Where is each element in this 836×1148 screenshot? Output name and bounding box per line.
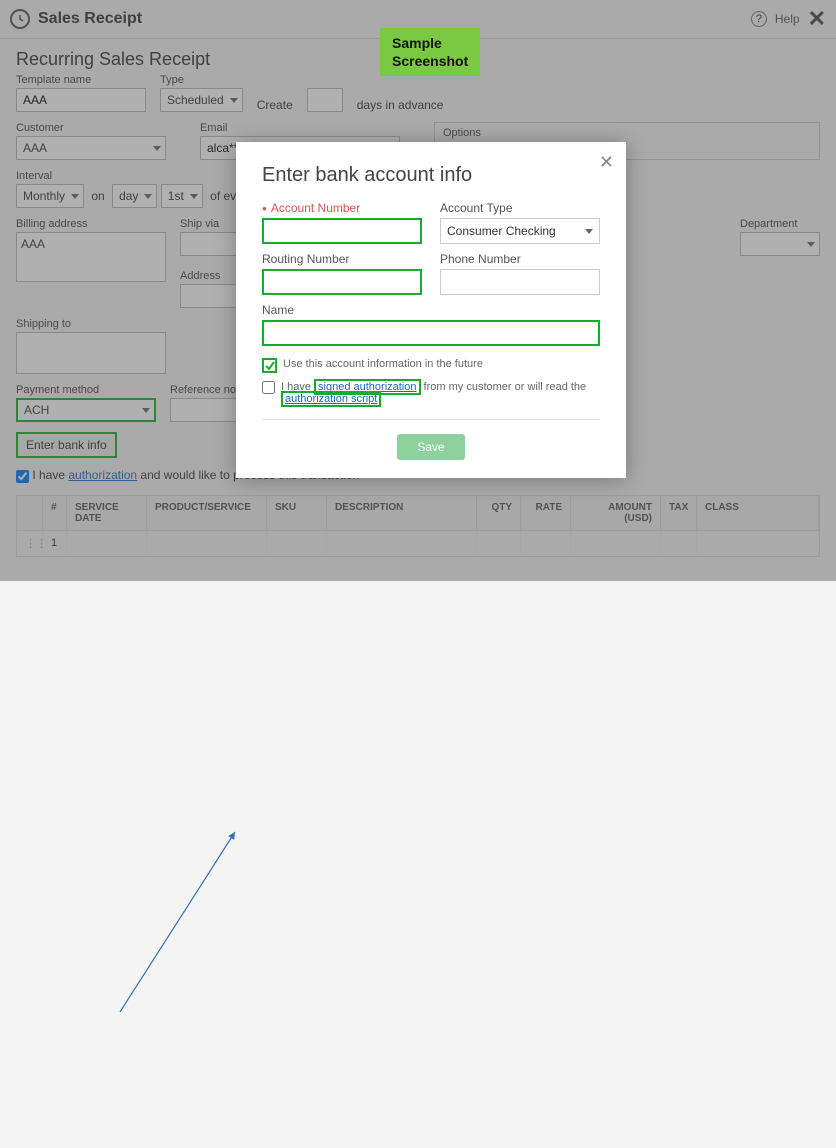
auth-text-mid: from my customer or will read the [421,381,587,393]
phone-number-label: Phone Number [440,252,600,266]
routing-number-input[interactable] [262,269,422,295]
phone-number-input[interactable] [440,269,600,295]
account-number-input[interactable] [262,218,422,244]
signed-authorization-checkbox[interactable]: I have signed authorization from my cust… [262,381,600,405]
account-type-select[interactable]: Consumer Checking [440,218,600,244]
modal-title: Enter bank account info [262,164,600,187]
modal-close-icon[interactable]: ✕ [599,152,614,173]
annotation-arrow [0,567,836,1148]
bank-info-modal: ✕ Enter bank account info Account Number… [236,142,626,478]
chevron-down-icon [585,229,593,234]
account-type-label: Account Type [440,201,600,215]
name-input[interactable] [262,320,600,346]
routing-number-label: Routing Number [262,252,422,266]
use-future-checkbox[interactable]: Use this account information in the futu… [262,358,600,373]
account-number-label: Account Number [262,201,422,215]
save-button[interactable]: Save [397,434,464,460]
sample-screenshot-badge: Sample Screenshot [380,28,480,76]
use-future-label: Use this account information in the futu… [283,358,483,370]
name-label: Name [262,303,600,317]
authorization-script-link[interactable]: authorization script [281,391,381,407]
account-type-value: Consumer Checking [447,224,556,238]
